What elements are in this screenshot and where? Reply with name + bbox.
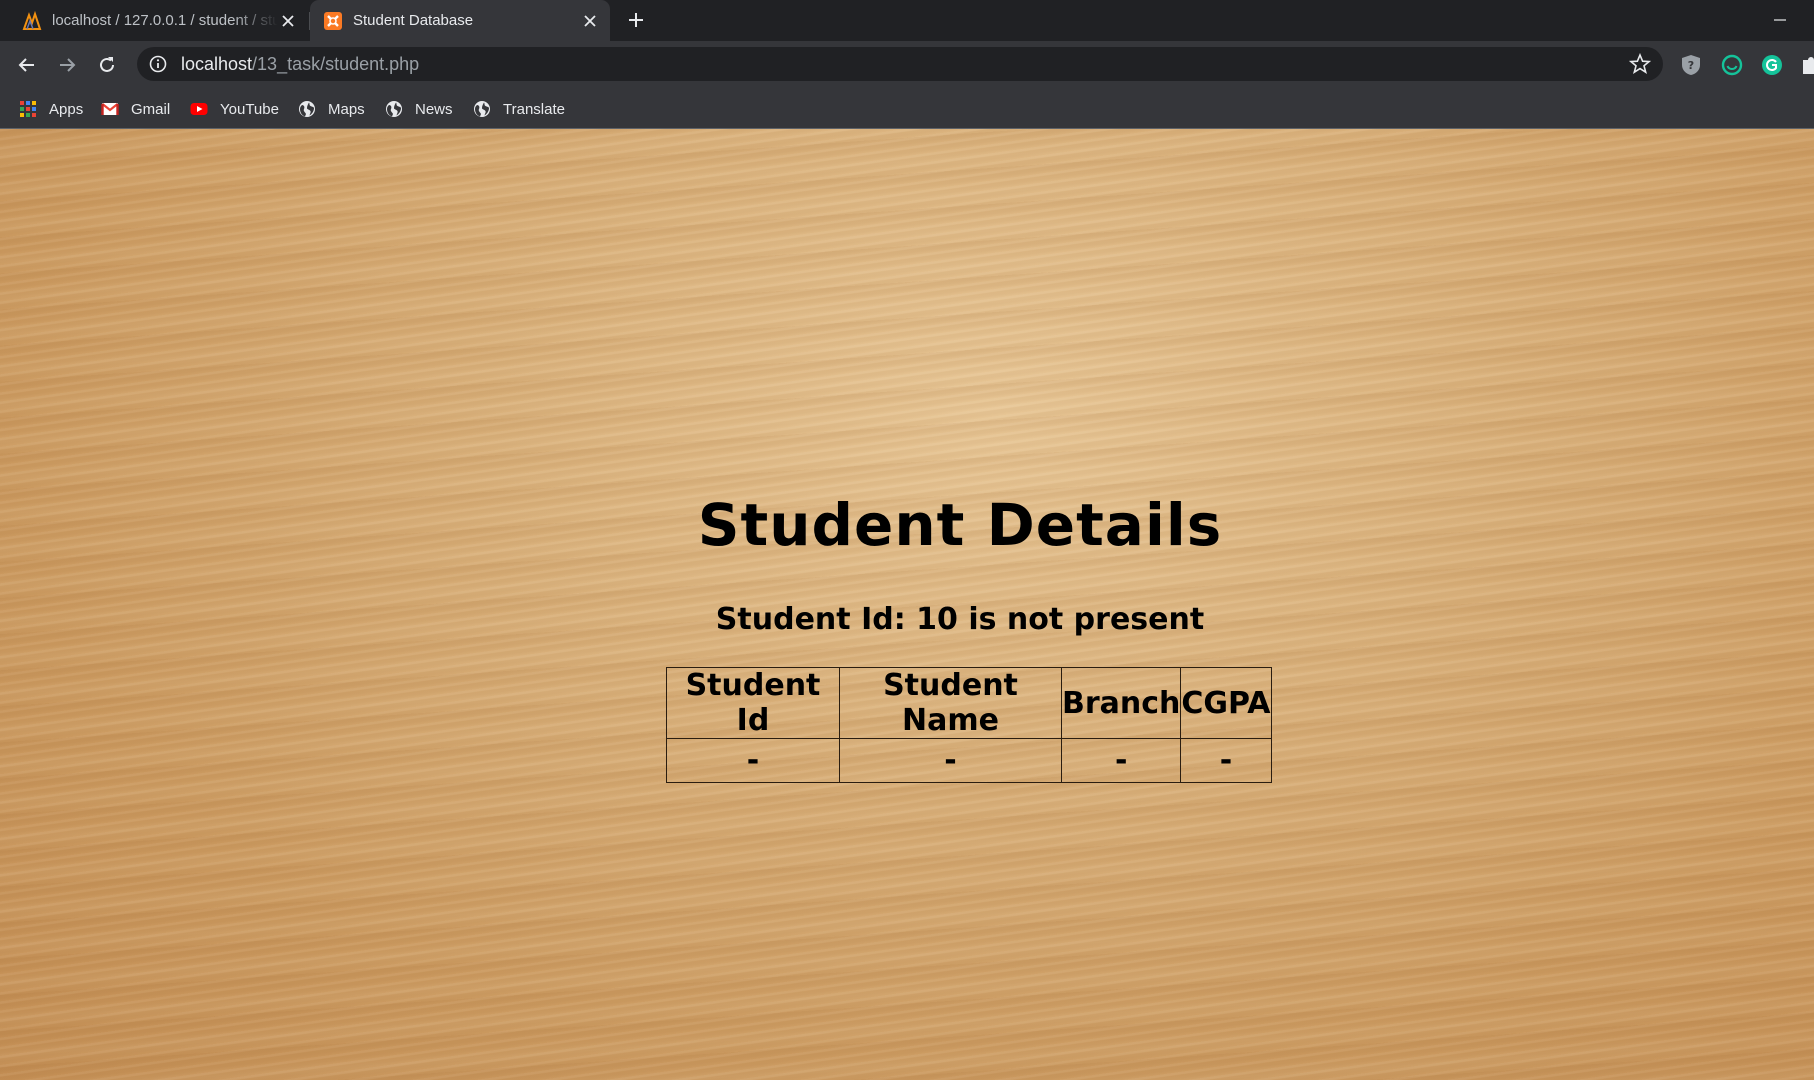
page-content: Student Details Student Id: 10 is not pr… <box>0 129 1814 1080</box>
globe-icon <box>299 101 315 117</box>
reload-icon <box>100 57 114 72</box>
table-cell: - <box>1180 738 1272 783</box>
status-message: Student Id: 10 is not present <box>715 602 1205 637</box>
emoji-extension-icon[interactable] <box>1721 54 1743 76</box>
table-cell: - <box>666 738 840 783</box>
forward-button[interactable] <box>52 50 82 80</box>
bookmark-youtube[interactable]: YouTube <box>190 98 279 120</box>
tab-strip: localhost / 127.0.0.1 / student / studen… <box>0 0 1814 41</box>
globe-icon <box>474 101 490 117</box>
tab-phpmyadmin[interactable]: localhost / 127.0.0.1 / student / studen… <box>0 0 308 41</box>
table-cell: - <box>1060 738 1182 783</box>
address-bar[interactable]: localhost/13_task/student.php <box>137 47 1663 81</box>
info-icon[interactable] <box>149 53 171 75</box>
browser-window: localhost / 127.0.0.1 / student / studen… <box>0 0 1814 1080</box>
bookmark-label: Gmail <box>131 100 171 118</box>
xampp-icon <box>324 11 342 30</box>
tab-student-database[interactable]: Student Database <box>310 0 610 41</box>
bookmark-news[interactable]: News <box>385 98 453 120</box>
extensions-puzzle-icon[interactable] <box>1800 54 1814 76</box>
page-title: Student Details <box>697 491 1223 559</box>
bookmark-star-icon[interactable] <box>1628 52 1652 75</box>
minimize-icon <box>1774 19 1786 21</box>
bookmark-label: YouTube <box>220 100 279 118</box>
column-header-cgpa: CGPA <box>1180 667 1272 739</box>
grammarly-icon[interactable] <box>1761 54 1783 76</box>
back-arrow-icon <box>18 58 34 72</box>
tab-title: Student Database <box>353 12 474 29</box>
url-text: localhost/13_task/student.php <box>181 54 419 75</box>
apps-grid-icon <box>20 101 36 117</box>
bookmark-apps[interactable]: Apps <box>19 98 83 120</box>
bookmark-translate[interactable]: Translate <box>473 98 565 120</box>
bookmark-label: Maps <box>328 100 365 118</box>
close-tab-icon[interactable] <box>580 11 600 31</box>
student-table: Student Id Student Name Branch CGPA - - … <box>666 667 1272 783</box>
table-cell: - <box>839 738 1062 783</box>
tab-title: localhost / 127.0.0.1 / student / studen… <box>52 12 278 29</box>
new-tab-button[interactable] <box>624 8 648 32</box>
column-header-student-id: Student Id <box>666 667 840 739</box>
bookmark-label: Apps <box>49 100 84 118</box>
close-tab-icon[interactable] <box>278 11 298 31</box>
reload-button[interactable] <box>92 50 122 80</box>
url-path: /13_task/student.php <box>252 53 420 74</box>
svg-text:?: ? <box>1688 59 1694 72</box>
table-header-row: Student Id Student Name Branch CGPA <box>666 667 1272 739</box>
gmail-icon <box>101 103 119 115</box>
table-row: - - - - <box>666 738 1272 783</box>
url-host: localhost <box>181 53 253 74</box>
globe-icon <box>386 101 402 117</box>
column-header-student-name: Student Name <box>839 667 1062 739</box>
toolbar: localhost/13_task/student.php ? <box>0 41 1814 88</box>
bookmark-label: Translate <box>503 100 565 118</box>
minimize-button[interactable] <box>1768 8 1792 32</box>
youtube-icon <box>190 103 208 115</box>
shield-extension-icon[interactable]: ? <box>1680 54 1702 76</box>
bookmark-maps[interactable]: Maps <box>298 98 365 120</box>
bookmark-label: News <box>415 100 453 118</box>
bookmarks-bar: Apps Gmail YouTube Maps News Translate <box>0 88 1814 129</box>
plus-icon <box>629 13 643 27</box>
phpmyadmin-icon <box>22 10 42 30</box>
forward-arrow-icon <box>60 58 76 72</box>
bookmark-gmail[interactable]: Gmail <box>101 98 170 120</box>
back-button[interactable] <box>12 50 42 80</box>
column-header-branch: Branch <box>1060 667 1182 739</box>
